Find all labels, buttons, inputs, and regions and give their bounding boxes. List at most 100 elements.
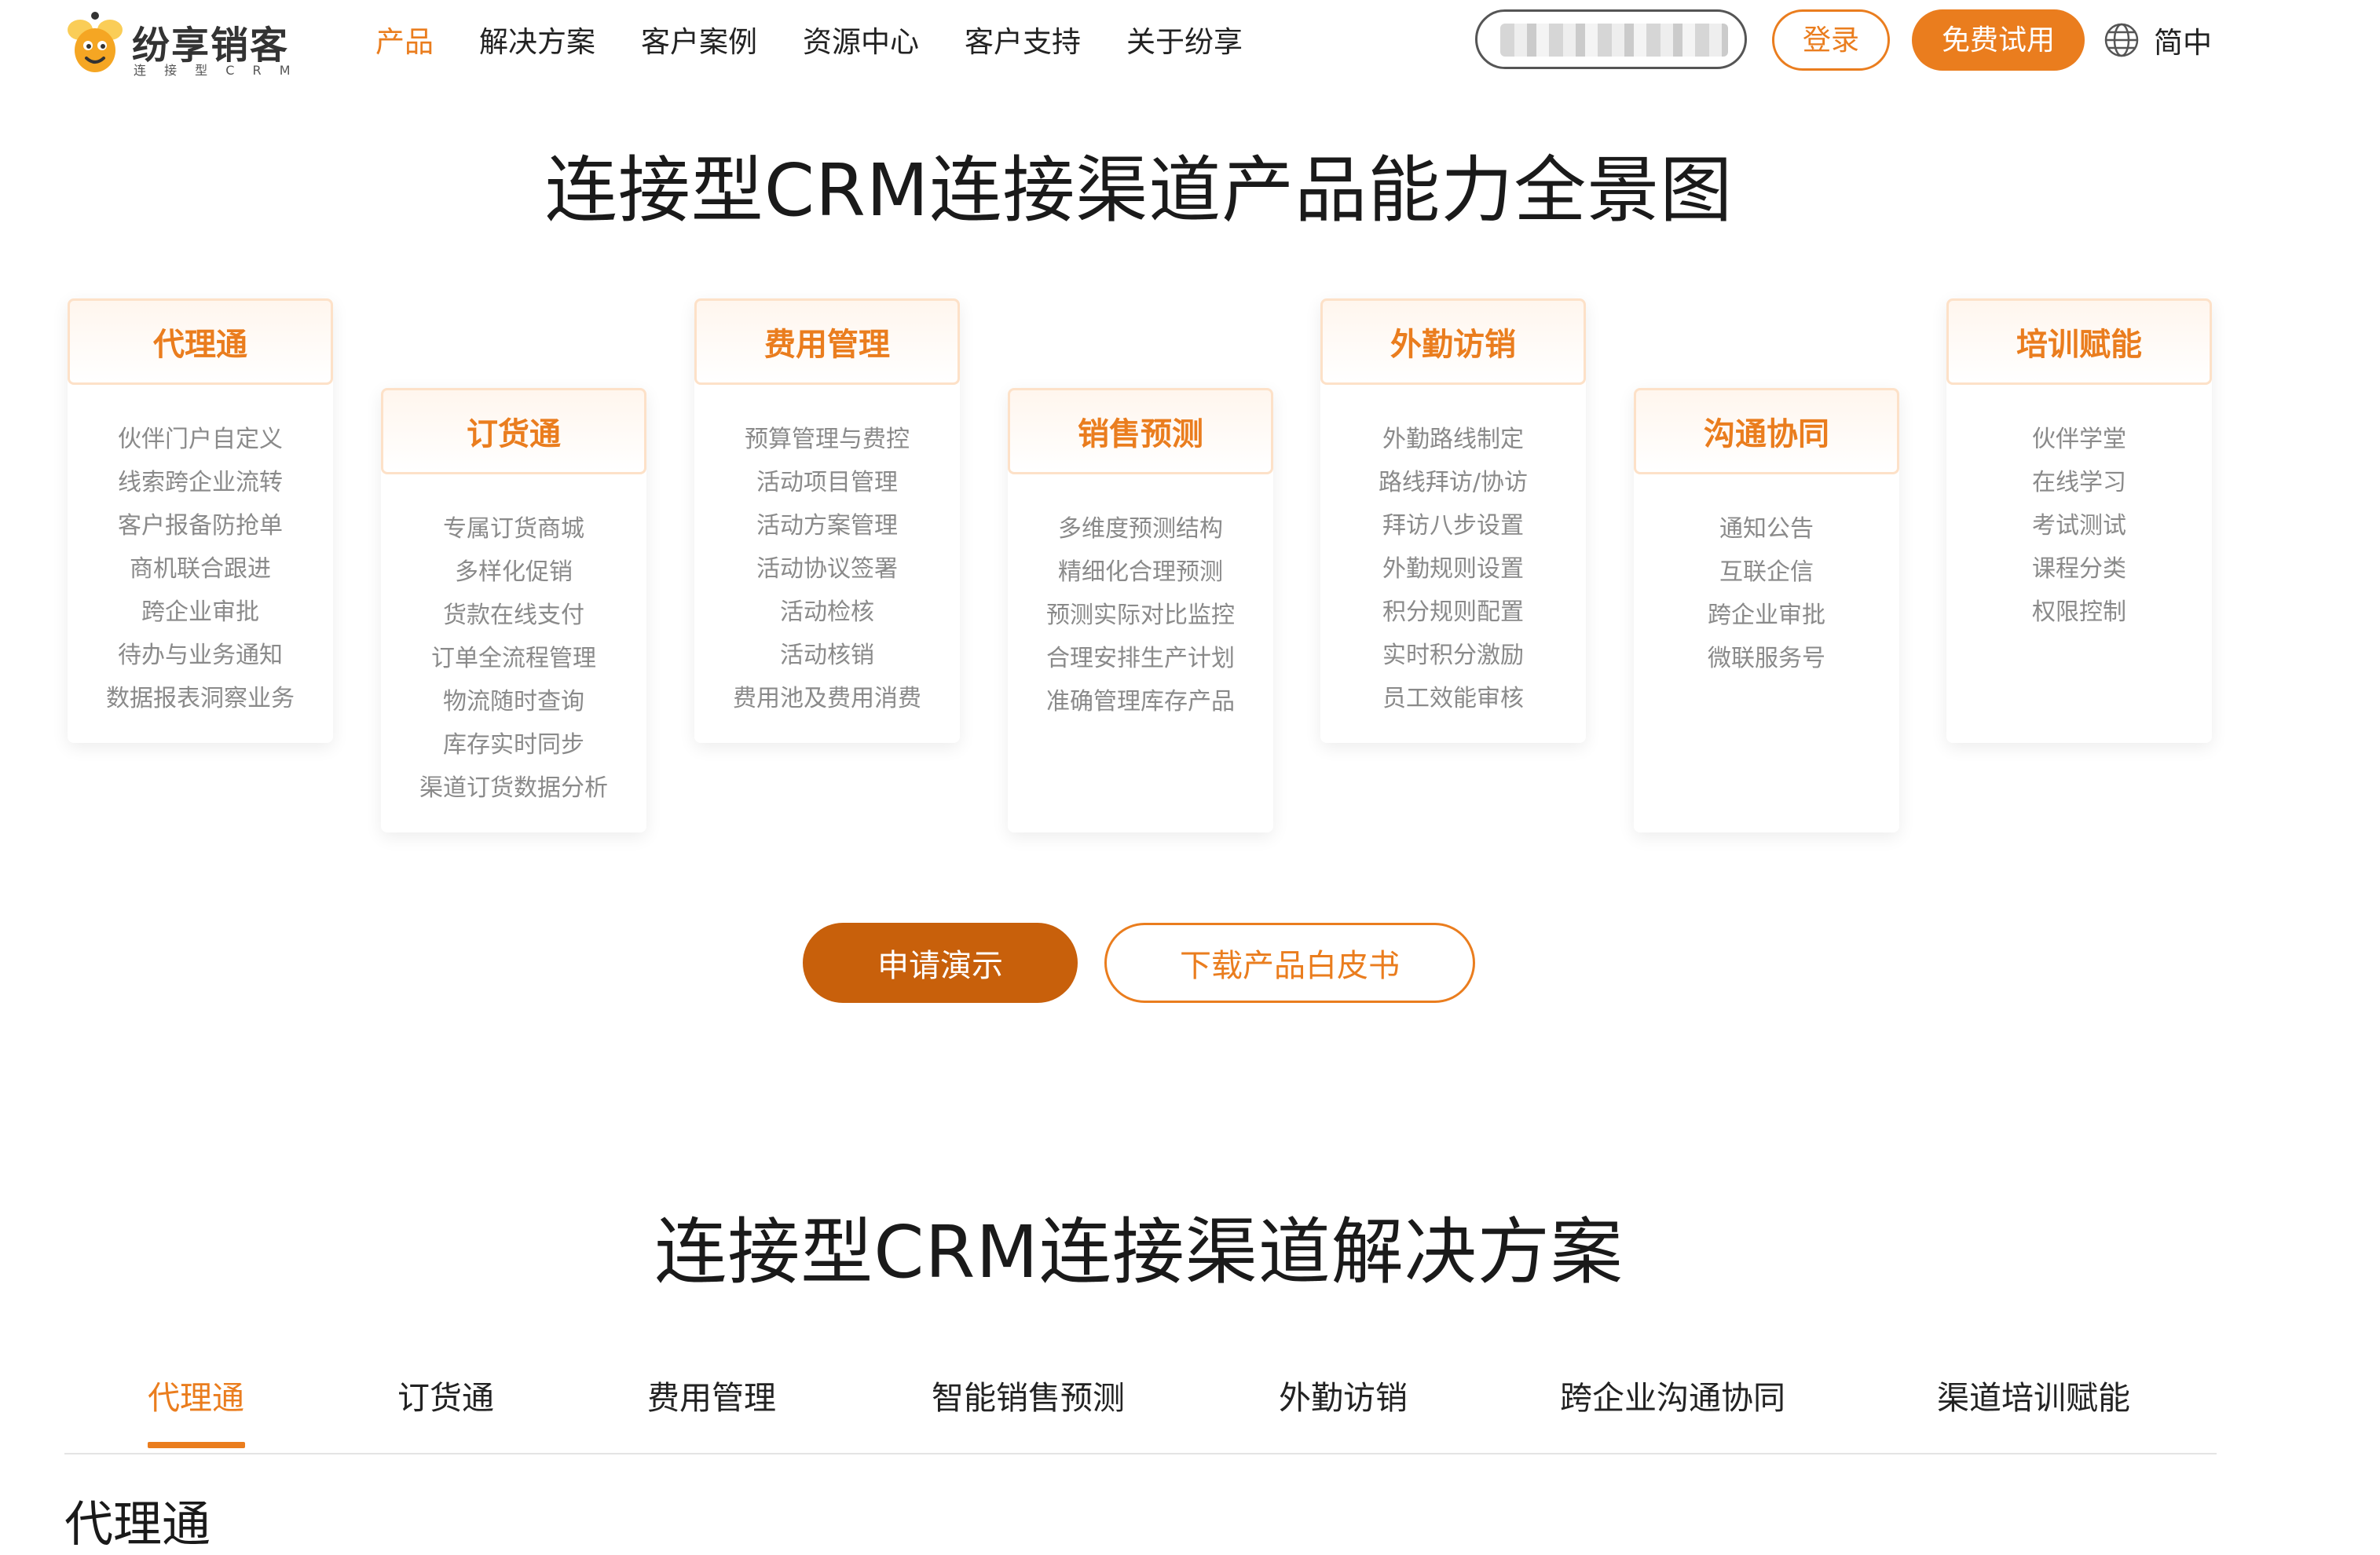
capability-card-title: 培训赋能 <box>2016 327 2142 363</box>
capability-card-list: 专属订货商城 多样化促销货款在线支付 订单全流程管理 物流随时查询 库存实时同步 渠道订货… <box>381 507 646 810</box>
capability-card-sales-forecast: 销售预测多维度预测结构 精细化合理预测 预测实际对比监控 合理安排生产计划 准确管理库存… <box>1008 388 1273 832</box>
tab-cross-enterprise-collab[interactable]: 跨企业沟通协同 <box>1560 1367 1785 1453</box>
globe-icon <box>2104 23 2139 57</box>
capability-card-title: 销售预测 <box>1078 416 1203 452</box>
capability-list-item: 互联企信 <box>1719 558 1814 586</box>
capability-card-title: 外勤访销 <box>1390 327 1516 363</box>
capability-list-item: 活动核销 <box>780 642 874 669</box>
capability-list-item: 预算管理与费控 <box>745 426 910 453</box>
capability-list-item: 跨企业审批 <box>1708 602 1825 629</box>
search-input[interactable] <box>1475 9 1747 69</box>
capability-list-item: 积分规则配置 <box>1382 598 1524 626</box>
capability-card-title: 代理通 <box>153 327 247 363</box>
capability-card-list: 外勤路线制定 路线拜访/协访 拜访八步设置 外勤规则设置 积分规则配置 实时积分激励 员工效… <box>1320 418 1586 720</box>
capability-list-item: 跨企业审批 <box>141 598 259 626</box>
capability-list-item: 专属订货商城 <box>443 515 584 543</box>
solution-content-title: 代理通 <box>64 1495 211 1553</box>
capability-card-training: 培训赋能伙伴学堂在线学习考试测试课程分类权限控制 <box>1946 298 2212 743</box>
bee-logo-icon <box>68 12 123 72</box>
capability-card-title: 沟通协同 <box>1704 416 1829 452</box>
nav-item-resources[interactable]: 资源中心 <box>803 20 919 64</box>
capability-list-item: 在线学习 <box>2032 469 2126 496</box>
capability-list-item: 考试测试 <box>2032 512 2126 540</box>
capability-list-item: 活动协议签署 <box>756 555 898 583</box>
capability-list-item: 合理安排生产计划 <box>1046 645 1235 672</box>
nav-item-support[interactable]: 客户支持 <box>965 20 1081 64</box>
free-trial-button[interactable]: 免费试用 <box>1912 9 2085 71</box>
language-label: 简中 <box>2154 26 2212 60</box>
capability-section-title: 连接型CRM连接渠道产品能力全景图 <box>544 148 1734 232</box>
tab-channel-training[interactable]: 渠道培训赋能 <box>1937 1367 2130 1453</box>
capability-list-item: 活动检核 <box>780 598 874 626</box>
capability-card-ordering: 订货通专属订货商城 多样化促销货款在线支付 订单全流程管理 物流随时查询 库存实时同步渠… <box>381 388 646 832</box>
capability-list-item: 数据报表洞察业务 <box>106 685 295 712</box>
capability-list-item: 伙伴学堂 <box>2032 426 2126 453</box>
capability-card-header[interactable]: 外勤访销 <box>1320 298 1586 385</box>
capability-card-list: 预算管理与费控 活动项目管理 活动方案管理 活动协议签署 活动检核活动核销费用池及费用消… <box>694 418 960 720</box>
capability-list-item: 客户报备防抢单 <box>118 512 283 540</box>
tab-ordering[interactable]: 订货通 <box>397 1367 494 1453</box>
capability-card-expense-management: 费用管理预算管理与费控 活动项目管理 活动方案管理 活动协议签署 活动检核活动核销费用池… <box>694 298 960 743</box>
tab-agent-channel[interactable]: 代理通 <box>148 1367 244 1453</box>
capability-list-item: 线索跨企业流转 <box>118 469 283 496</box>
capability-list-item: 外勤规则设置 <box>1382 555 1524 583</box>
capability-list-item: 订单全流程管理 <box>431 645 596 672</box>
brand-logo[interactable]: 纷享销客 连 接 型 C R M <box>64 11 300 78</box>
capability-card-header[interactable]: 销售预测 <box>1008 388 1273 474</box>
capability-list-item: 物流随时查询 <box>443 688 584 715</box>
nav-item-products[interactable]: 产品 <box>375 20 434 64</box>
nav-item-about[interactable]: 关于纷享 <box>1126 20 1243 64</box>
capability-list-item: 实时积分激励 <box>1382 642 1524 669</box>
tab-sales-forecast[interactable]: 智能销售预测 <box>932 1367 1125 1453</box>
capability-card-header[interactable]: 沟通协同 <box>1634 388 1899 474</box>
active-tab-indicator <box>148 1442 245 1448</box>
capability-card-header[interactable]: 费用管理 <box>694 298 960 385</box>
capability-list-item: 路线拜访/协访 <box>1378 469 1529 496</box>
capability-list-item: 权限控制 <box>2032 598 2126 626</box>
capability-list-item: 精细化合理预测 <box>1058 558 1223 586</box>
tab-field-sales[interactable]: 外勤访销 <box>1279 1367 1408 1453</box>
capability-list-item: 拜访八步设置 <box>1382 512 1524 540</box>
capability-list-item: 活动方案管理 <box>756 512 898 540</box>
capability-list-item: 外勤路线制定 <box>1382 426 1524 453</box>
capability-list-item: 费用池及费用消费 <box>733 685 921 712</box>
nav-item-solutions[interactable]: 解决方案 <box>479 20 595 64</box>
main-nav: 产品 解决方案 客户案例 资源中心 客户支持 关于纷享 <box>375 20 1288 64</box>
capability-list-item: 员工效能审核 <box>1382 685 1524 712</box>
capability-list-item: 多样化促销 <box>455 558 573 586</box>
language-switcher[interactable]: 简中 <box>2104 19 2212 61</box>
solution-section-title: 连接型CRM连接渠道解决方案 <box>654 1210 1624 1294</box>
capability-card-collaboration: 沟通协同通知公告互联企信跨企业审批微联服务号 <box>1634 388 1899 832</box>
capability-card-field-sales: 外勤访销外勤路线制定 路线拜访/协访 拜访八步设置 外勤规则设置 积分规则配置 实时积分激… <box>1320 298 1586 743</box>
capability-card-list: 伙伴学堂在线学习考试测试课程分类权限控制 <box>1946 418 2212 634</box>
capability-card-title: 费用管理 <box>764 327 890 363</box>
capability-list-item: 预测实际对比监控 <box>1046 602 1235 629</box>
capability-card-list: 通知公告互联企信跨企业审批微联服务号 <box>1634 507 1899 680</box>
capability-list-item: 渠道订货数据分析 <box>419 774 608 802</box>
capability-card-list: 多维度预测结构 精细化合理预测 预测实际对比监控 合理安排生产计划 准确管理库存产品 <box>1008 507 1273 723</box>
nav-item-cases[interactable]: 客户案例 <box>641 20 757 64</box>
top-header: 纷享销客 连 接 型 C R M 产品 解决方案 客户案例 资源中心 客户支持 … <box>0 0 2380 86</box>
capability-list-item: 商机联合跟进 <box>130 555 271 583</box>
capability-card-header[interactable]: 代理通 <box>68 298 333 385</box>
login-button[interactable]: 登录 <box>1772 9 1890 71</box>
tab-expense-management[interactable]: 费用管理 <box>647 1367 776 1453</box>
capability-card-title: 订货通 <box>467 416 561 452</box>
capability-list-item: 待办与业务通知 <box>118 642 283 669</box>
capability-card-header[interactable]: 培训赋能 <box>1946 298 2212 385</box>
capability-card-agent-channel: 代理通伙伴门户自定义 线索跨企业流转 客户报备防抢单 商机联合跟进 跨企业审批待办与业务… <box>68 298 333 743</box>
capability-list-item: 多维度预测结构 <box>1058 515 1223 543</box>
capability-list-item: 伙伴门户自定义 <box>118 426 283 453</box>
capability-card-header[interactable]: 订货通 <box>381 388 646 474</box>
capability-list-item: 活动项目管理 <box>756 469 898 496</box>
logo-subtitle: 连 接 型 C R M <box>134 63 298 78</box>
request-demo-button[interactable]: 申请演示 <box>803 923 1078 1003</box>
capability-list-item: 微联服务号 <box>1708 645 1825 672</box>
capability-list-item: 货款在线支付 <box>443 602 584 629</box>
download-whitepaper-button[interactable]: 下载产品白皮书 <box>1104 923 1475 1003</box>
capability-card-list: 伙伴门户自定义 线索跨企业流转 客户报备防抢单 商机联合跟进 跨企业审批待办与业务通知数… <box>68 418 333 720</box>
capability-list-item: 准确管理库存产品 <box>1046 688 1235 715</box>
capability-list-item: 通知公告 <box>1719 515 1814 543</box>
capability-list-item: 课程分类 <box>2032 555 2126 583</box>
capability-list-item: 库存实时同步 <box>443 731 584 759</box>
